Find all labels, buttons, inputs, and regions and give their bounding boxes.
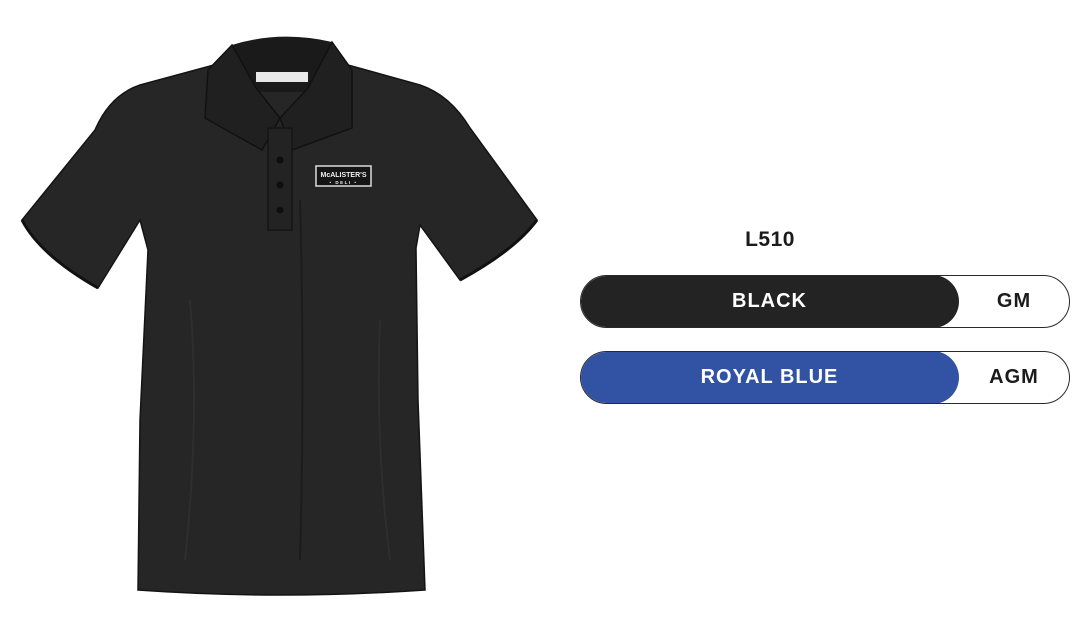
button-1 bbox=[276, 156, 284, 164]
color-swatch-black: BLACK bbox=[581, 276, 959, 327]
color-option-royal-blue[interactable]: ROYAL BLUE AGM bbox=[580, 351, 1070, 404]
mcalisters-logo-patch: McALISTER'S • DELI • bbox=[315, 165, 372, 187]
svg-text:McALISTER'S: McALISTER'S bbox=[320, 172, 366, 179]
polo-shirt-image: McALISTER'S • DELI • bbox=[0, 0, 560, 636]
color-swatch-royal-blue: ROYAL BLUE bbox=[581, 352, 959, 403]
button-3 bbox=[276, 206, 284, 214]
product-sku: L510 bbox=[745, 228, 795, 251]
svg-text:• DELI •: • DELI • bbox=[330, 180, 358, 185]
polo-shirt-illustration: McALISTER'S • DELI • bbox=[20, 36, 539, 596]
color-option-black[interactable]: BLACK GM bbox=[580, 275, 1070, 328]
color-code: AGM bbox=[989, 366, 1039, 388]
color-name: BLACK bbox=[732, 290, 807, 312]
color-code: GM bbox=[996, 290, 1032, 312]
color-name: ROYAL BLUE bbox=[700, 366, 839, 388]
button-2 bbox=[276, 181, 284, 189]
